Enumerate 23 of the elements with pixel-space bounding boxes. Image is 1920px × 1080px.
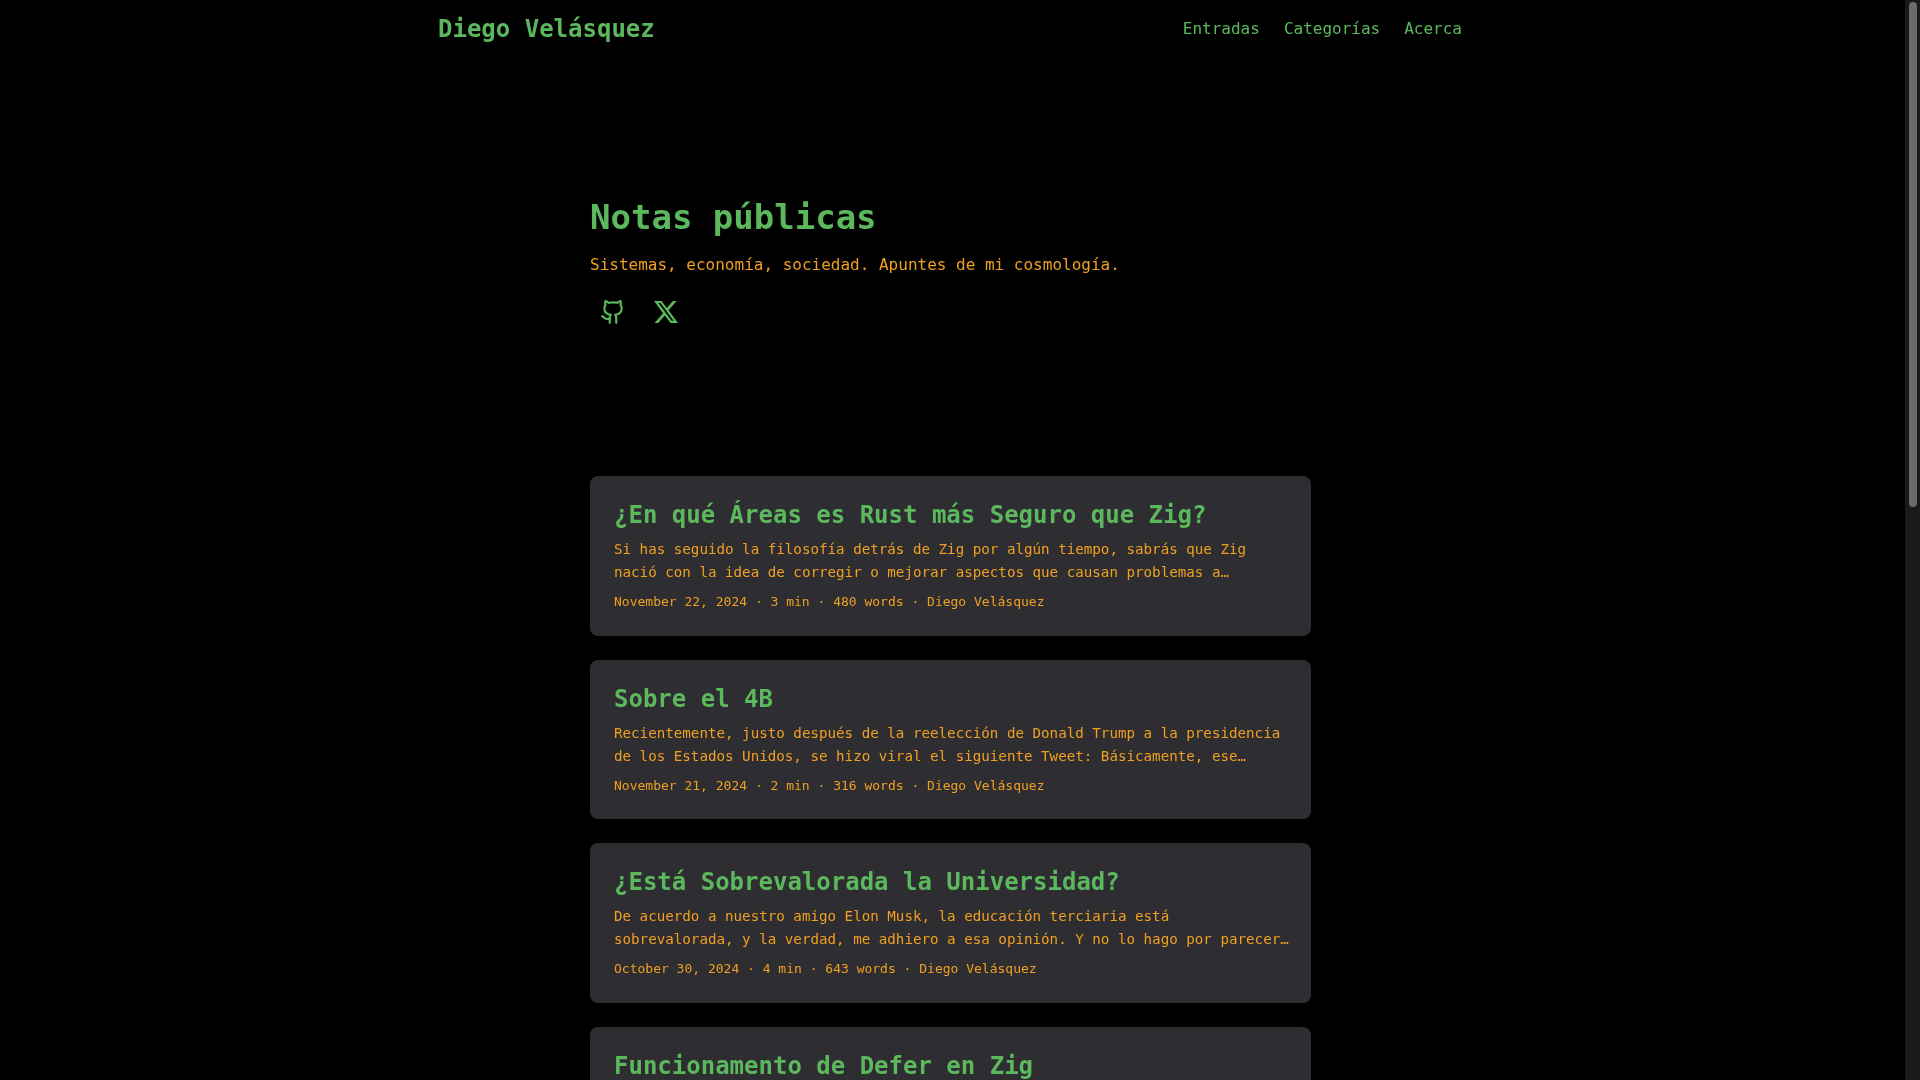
page-subtitle: Sistemas, economía, sociedad. Apuntes de mi cosmología. bbox=[590, 254, 1121, 276]
post-summary: Si has seguido la filosofía detrás de Zig por algún tiempo, sabrás que Zig nació con la idea de corregir o mejorar aspectos que causan problemas a… bbox=[614, 540, 1248, 582]
post-card[interactable] bbox=[590, 843, 1311, 1003]
site-title[interactable]: Diego Velásquez bbox=[438, 11, 655, 47]
post-meta: November 22, 2024 · 3 min · 480 words · Diego Velásquez bbox=[614, 593, 1046, 611]
x-logo-icon[interactable] bbox=[654, 301, 678, 323]
post-meta: November 21, 2024 · 2 min · 316 words · Diego Velásquez bbox=[614, 776, 1046, 795]
post-title[interactable]: ¿En qué Áreas es Rust más Seguro que Zig? bbox=[614, 498, 1295, 532]
post-meta: October 30, 2024 · 4 min · 643 words · Diego Velásquez bbox=[614, 960, 1038, 978]
post-title[interactable]: Funcionamento de Defer en Zig bbox=[614, 1048, 1295, 1080]
nav-link[interactable]: Acerca bbox=[1404, 17, 1462, 41]
post-title[interactable]: Sobre el 4B bbox=[614, 681, 1295, 716]
post-title[interactable]: ¿Está Sobrevalorada la Universidad? bbox=[614, 865, 1295, 899]
post-card[interactable]: Funcionamento de Defer en Zig bbox=[590, 1026, 1311, 1080]
github-icon[interactable] bbox=[600, 299, 626, 325]
scrollbar-drawing[interactable] bbox=[1905, 0, 1920, 1080]
nav-link[interactable]: Entradas bbox=[1182, 17, 1260, 41]
post-card[interactable] bbox=[590, 659, 1311, 819]
post-summary: De acuerdo a nuestro amigo Elon Musk, la educación terciaria está sobrevalorada, y la verdad, me adhiero a esa opinión. Y no lo hago por parecer… bbox=[614, 907, 1290, 949]
post-summary: Recientemente, justo después de la reelección de Donald Trump a la presidencia de los Estados Unidos, se hizo viral el siguiente Tweet: Básicamente, ese… bbox=[614, 723, 1282, 766]
post-card[interactable] bbox=[590, 476, 1311, 636]
page-title: Notas públicas bbox=[590, 196, 878, 239]
nav-link[interactable]: Categorías bbox=[1283, 17, 1381, 41]
